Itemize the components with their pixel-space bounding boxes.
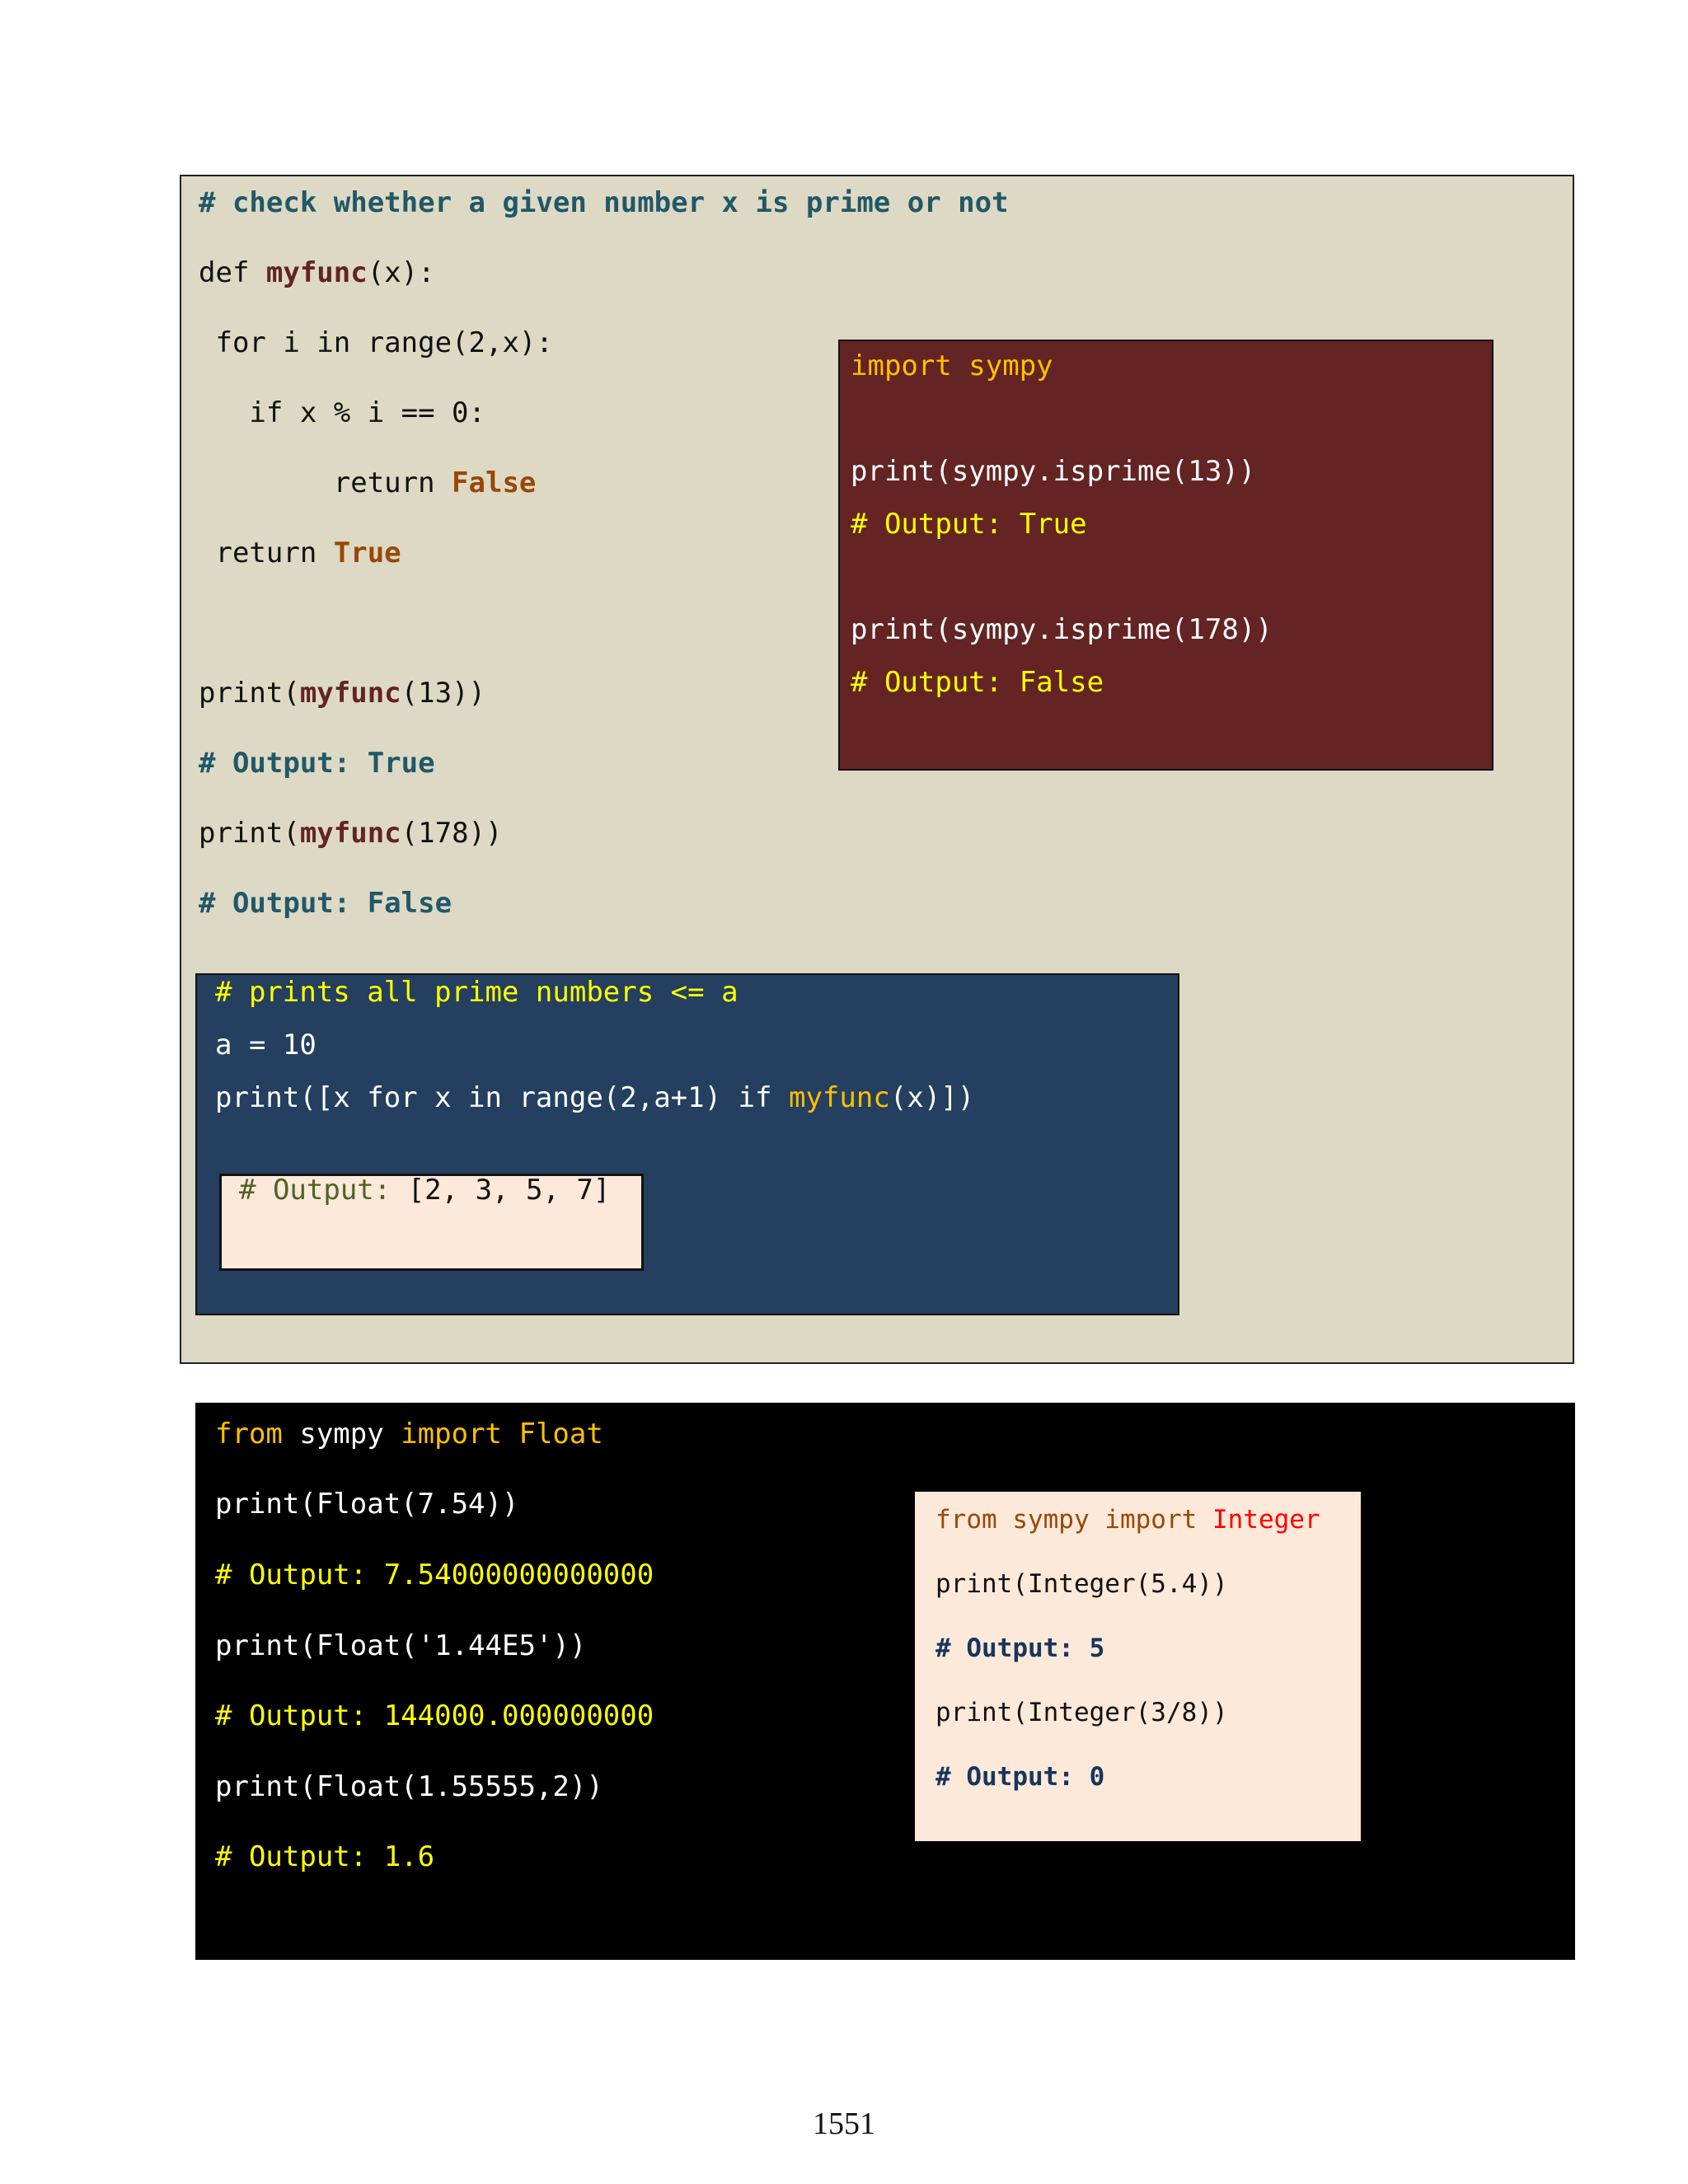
code-line: for i in range(2,x): <box>199 326 553 359</box>
code-comment: # Output: 5 <box>935 1633 1105 1663</box>
output-line: # Output: [2, 3, 5, 7] <box>239 1174 611 1207</box>
code-comment: # prints all prime numbers <= a <box>215 976 738 1009</box>
code-comment: # Output: 144000.000000000 <box>215 1699 654 1732</box>
keyword-true: True <box>333 537 401 569</box>
code-comment: # check whether a given number x is prim… <box>199 186 1009 219</box>
code-comment: # Output: True <box>851 508 1087 541</box>
code-line: print(sympy.isprime(13)) <box>851 455 1256 488</box>
keyword-false: False <box>452 466 537 499</box>
code-line: print(Float(7.54)) <box>215 1488 519 1521</box>
code-line: print(myfunc(13)) <box>199 677 486 710</box>
code-line: if x % i == 0: <box>199 396 485 429</box>
code-line: print(Float(1.55555,2)) <box>215 1770 603 1803</box>
code-line: print(Float('1.44E5')) <box>215 1629 587 1662</box>
code-panel-sympy-isprime <box>838 340 1493 771</box>
code-import: from sympy import Float <box>215 1418 603 1451</box>
code-comment: # Output: False <box>199 887 452 920</box>
code-line: return False <box>199 466 537 499</box>
code-line: print(sympy.isprime(178)) <box>851 613 1273 646</box>
function-name: myfunc <box>299 677 401 710</box>
page-number: 1551 <box>813 2107 875 2141</box>
code-import: from sympy import Integer <box>935 1505 1320 1535</box>
code-panel-sympy-float <box>195 1403 1575 1960</box>
function-name: myfunc <box>788 1081 890 1114</box>
function-name: myfunc <box>299 817 401 850</box>
code-comment: # Output: False <box>851 666 1104 699</box>
code-line: print(Integer(3/8)) <box>935 1698 1228 1727</box>
code-line: print([x for x in range(2,a+1) if myfunc… <box>215 1081 975 1114</box>
code-line: print(myfunc(178)) <box>199 817 503 850</box>
code-line: a = 10 <box>215 1029 316 1062</box>
code-comment: # Output: 7.54000000000000 <box>215 1558 654 1591</box>
code-comment: # Output: 0 <box>935 1762 1105 1792</box>
code-comment: # Output: True <box>199 747 435 780</box>
code-line: def myfunc(x): <box>199 256 435 289</box>
code-line: print(Integer(5.4)) <box>935 1569 1228 1599</box>
code-comment: # Output: 1.6 <box>215 1840 435 1873</box>
code-import: import sympy <box>851 349 1053 382</box>
code-line: return True <box>199 537 401 569</box>
function-name: myfunc <box>265 256 368 289</box>
